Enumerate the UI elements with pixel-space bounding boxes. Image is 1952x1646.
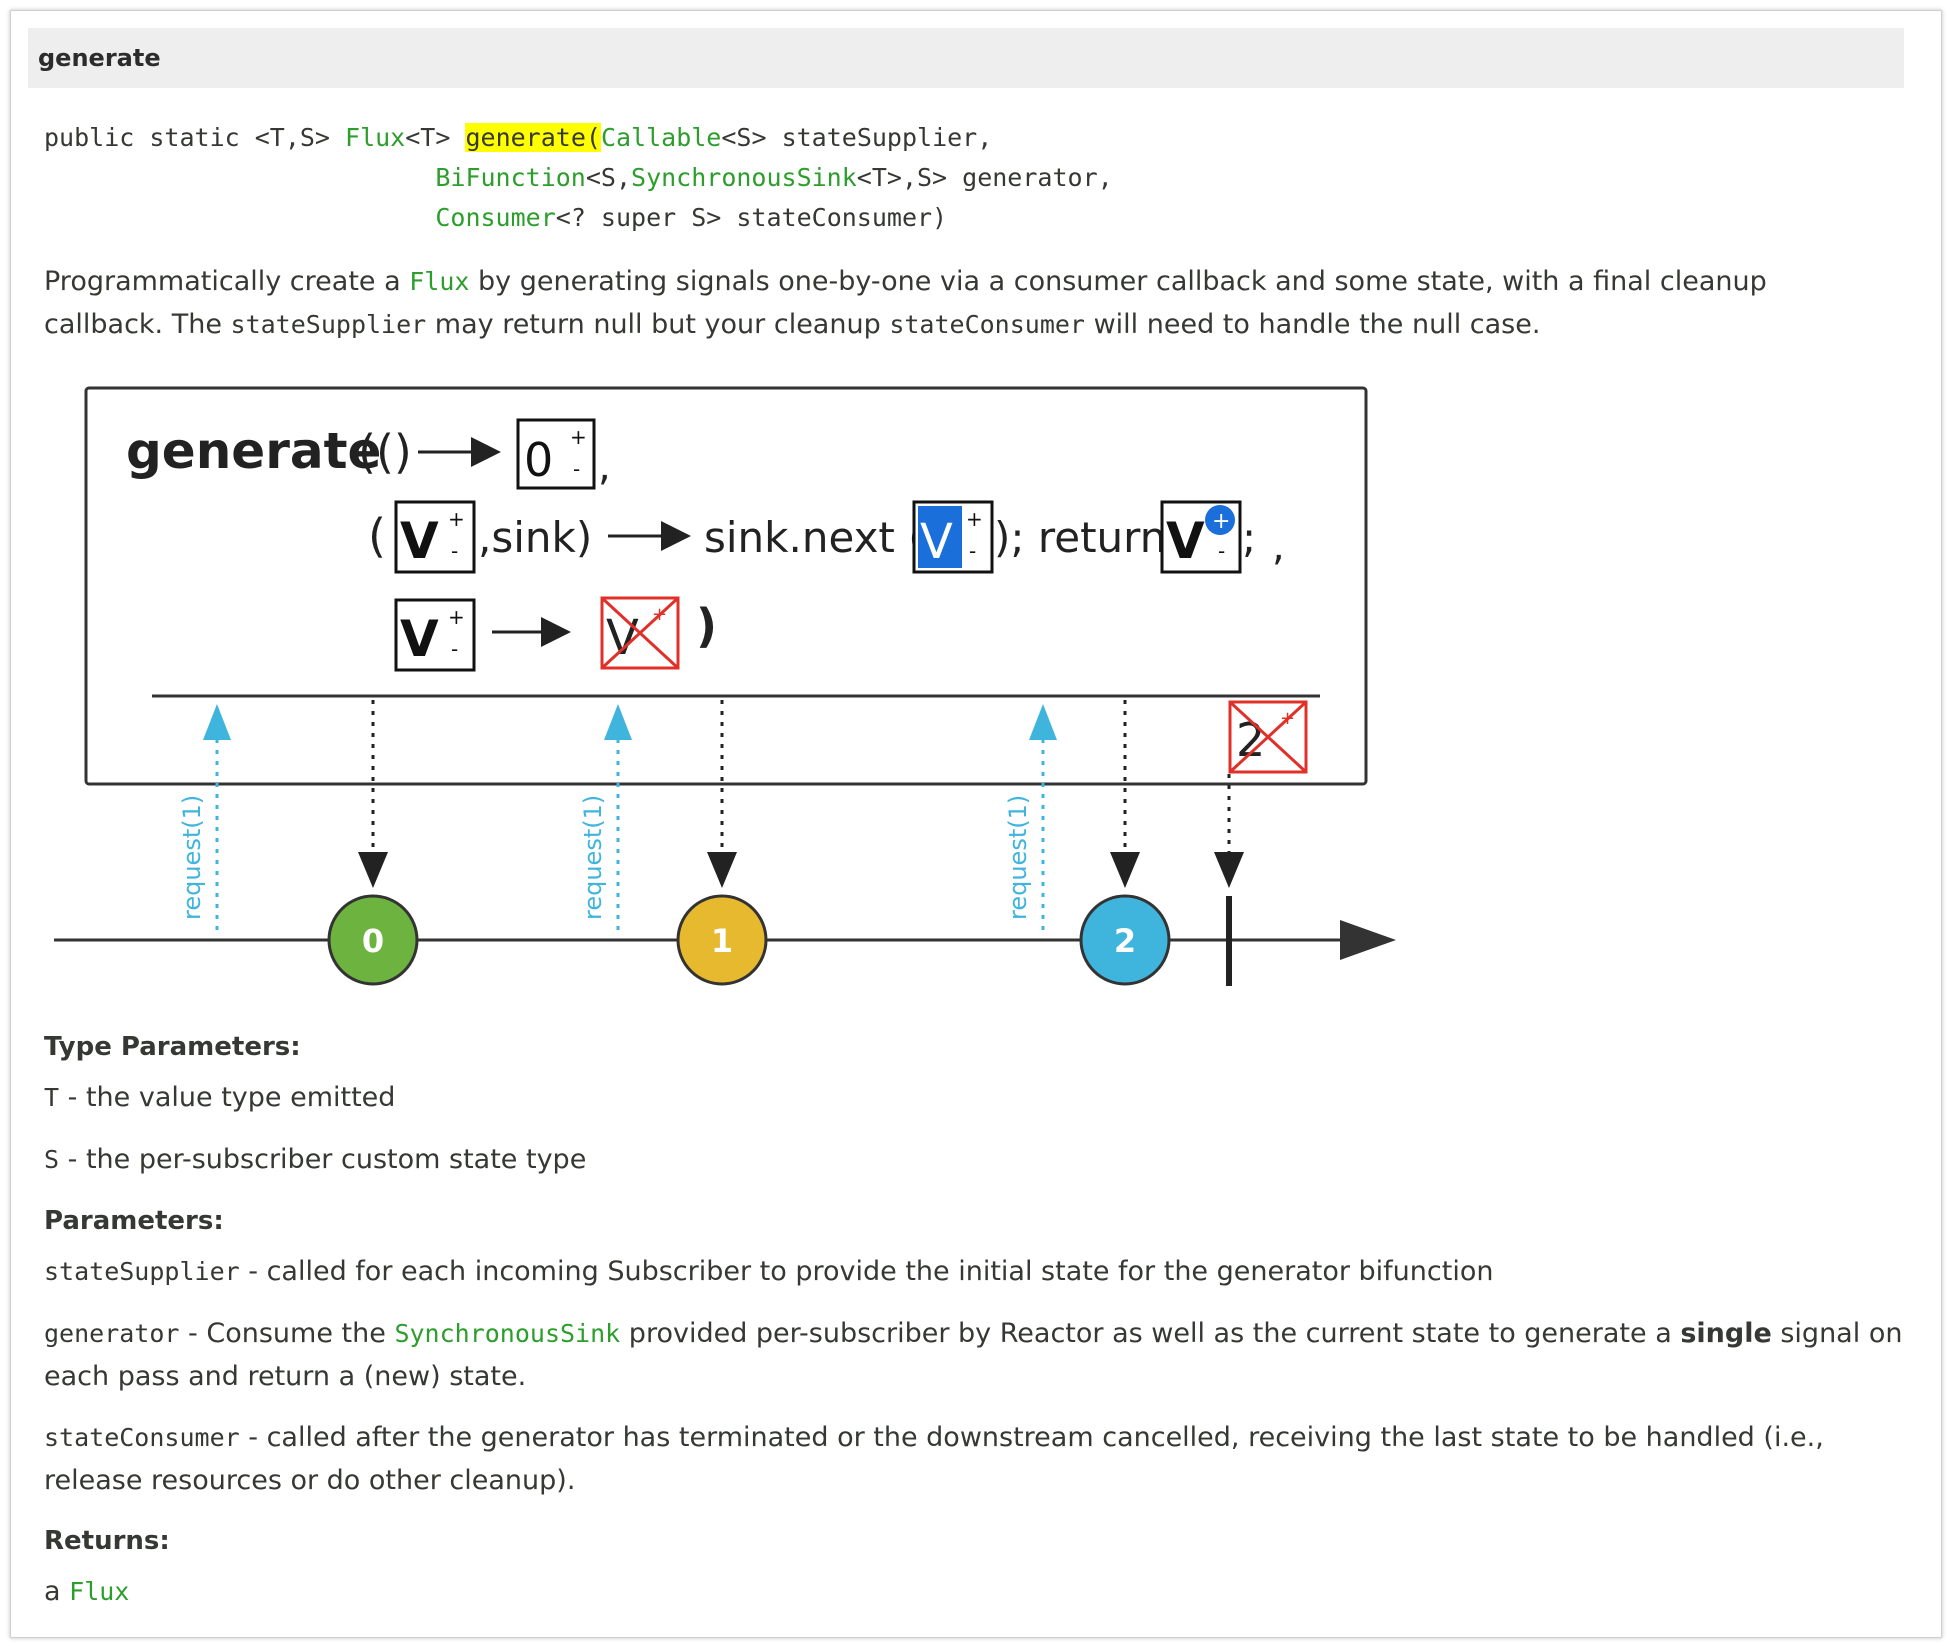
svg-text:-: - — [451, 539, 458, 563]
svg-text:-: - — [969, 539, 976, 563]
flux-link[interactable]: Flux — [409, 267, 469, 296]
param-stateconsumer: stateConsumer - called after the generat… — [44, 1422, 1824, 1496]
method-signature: public static <T,S> Flux<T> generate(Cal… — [44, 118, 1113, 238]
method-description: Programmatically create a Flux by genera… — [44, 266, 1767, 340]
type-param-t: T - the value type emitted — [44, 1082, 396, 1113]
sig-param3-type-link[interactable]: Consumer — [435, 203, 555, 232]
returns-heading: Returns: — [44, 1526, 170, 1556]
sig-param1-type-link[interactable]: Callable — [601, 123, 721, 152]
svg-text:+: + — [448, 605, 465, 629]
svg-text:;: ; — [1242, 513, 1256, 562]
sig-return-type-link[interactable]: Flux — [345, 123, 405, 152]
returns-value: a Flux — [44, 1576, 130, 1607]
marble-1: 1 — [676, 894, 768, 986]
svg-text:(: ( — [368, 509, 386, 563]
method-title: generate — [38, 44, 161, 72]
svg-text:V: V — [920, 514, 953, 570]
svg-text:+: + — [1212, 509, 1230, 534]
sig-param3-rest: <? super S> stateConsumer) — [555, 203, 948, 232]
timeline-arrowhead — [1340, 920, 1396, 960]
marble-diagram: generate (() 0 + - , ( V + - ,sink) sink… — [54, 386, 1396, 986]
svg-text:-: - — [451, 637, 458, 661]
method-header: generate — [28, 28, 1904, 88]
sig-param2-type-link[interactable]: BiFunction — [435, 163, 586, 192]
synchronoussink-link[interactable]: SynchronousSink — [394, 1319, 620, 1348]
marble-0: 0 — [327, 894, 419, 986]
sig-method-name: generate( — [465, 123, 601, 152]
param-generator: generator - Consume the SynchronousSink … — [44, 1318, 1903, 1392]
sig-return-generic: <T> — [405, 123, 466, 152]
svg-text:sink.next (: sink.next ( — [704, 513, 925, 562]
marble-2: 2 — [1079, 894, 1171, 986]
svg-text:,: , — [598, 444, 611, 490]
svg-text:request(1): request(1) — [579, 795, 607, 920]
completion-arrow — [1214, 774, 1244, 888]
svg-text:): ) — [696, 599, 717, 653]
parameters-heading: Parameters: — [44, 1206, 224, 1236]
type-param-s: S - the per-subscriber custom state type — [44, 1144, 587, 1175]
type-parameters-heading: Type Parameters: — [44, 1032, 301, 1062]
svg-text:-: - — [1218, 539, 1225, 563]
svg-text:V: V — [1166, 512, 1205, 570]
svg-text:request(1): request(1) — [178, 795, 206, 920]
svg-text:+: + — [570, 425, 587, 449]
param-statesupplier: stateSupplier - called for each incoming… — [44, 1256, 1494, 1287]
svg-text:-: - — [573, 457, 580, 481]
svg-text:request(1): request(1) — [1004, 795, 1032, 920]
code-statesupplier: stateSupplier — [230, 310, 427, 339]
svg-text:1: 1 — [711, 922, 733, 960]
sig-param1-rest: <S> stateSupplier, — [721, 123, 993, 152]
svg-text:+: + — [966, 507, 983, 531]
code-stateconsumer: stateConsumer — [889, 310, 1085, 339]
svg-text:,: , — [1272, 524, 1285, 570]
svg-text:+: + — [448, 507, 465, 531]
sig-param2-mid: <S, — [585, 163, 632, 192]
sig-param2-type2-link[interactable]: SynchronousSink — [631, 163, 857, 192]
marble-title: generate — [126, 422, 381, 480]
svg-text:0: 0 — [362, 922, 384, 960]
returns-flux-link[interactable]: Flux — [69, 1577, 129, 1606]
svg-text:,sink): ,sink) — [478, 513, 592, 562]
marble-open-paren: (() — [358, 425, 412, 479]
svg-text:V: V — [400, 512, 439, 570]
sig-param2-rest: <T>,S> generator, — [856, 163, 1113, 192]
svg-text:V: V — [400, 610, 439, 668]
svg-text:2: 2 — [1114, 922, 1136, 960]
svg-text:); return: ); return — [994, 513, 1166, 562]
sig-prefix: public static <T,S> — [44, 123, 346, 152]
state-initial-value: 0 — [524, 433, 553, 487]
